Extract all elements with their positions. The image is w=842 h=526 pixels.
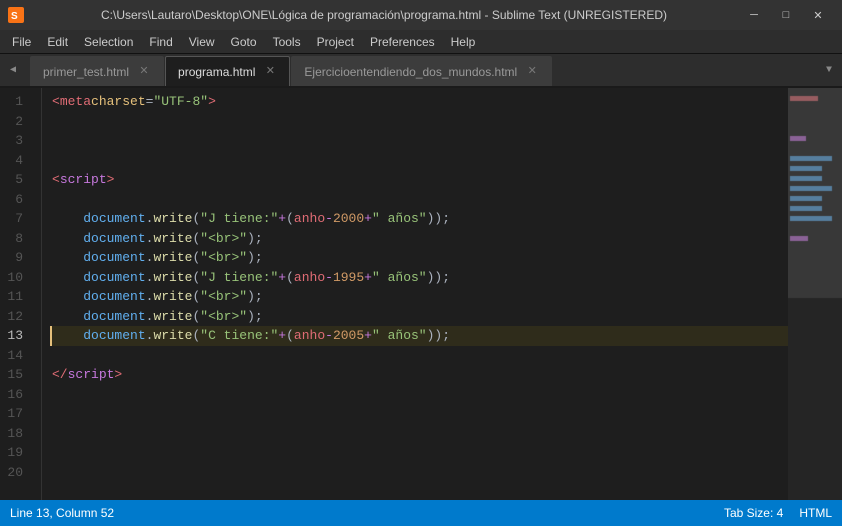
code-line-11: document.write("<br>"); bbox=[52, 287, 788, 307]
line-num-2: 2 bbox=[0, 112, 31, 132]
line-num-18: 18 bbox=[0, 424, 31, 444]
code-line-2 bbox=[52, 112, 788, 132]
minimap-canvas bbox=[788, 88, 842, 478]
window-controls: ─ □ ✕ bbox=[738, 0, 834, 30]
line-num-6: 6 bbox=[0, 190, 31, 210]
line-num-4: 4 bbox=[0, 151, 31, 171]
maximize-button[interactable]: □ bbox=[770, 0, 802, 30]
code-line-15: </script> bbox=[52, 365, 788, 385]
line-num-14: 14 bbox=[0, 346, 31, 366]
menu-find[interactable]: Find bbox=[141, 32, 180, 52]
line-num-11: 11 bbox=[0, 287, 31, 307]
cursor-position[interactable]: Line 13, Column 52 bbox=[10, 506, 114, 520]
tab-programa[interactable]: programa.html ✕ bbox=[165, 56, 290, 86]
line-num-20: 20 bbox=[0, 463, 31, 483]
status-left: Line 13, Column 52 bbox=[10, 506, 114, 520]
menu-bar: File Edit Selection Find View Goto Tools… bbox=[0, 30, 842, 54]
svg-text:S: S bbox=[11, 11, 18, 22]
code-line-13: document.write("C tiene:"+ (anho - 2005 … bbox=[50, 326, 788, 346]
code-line-5: <script> bbox=[52, 170, 788, 190]
code-line-20 bbox=[52, 463, 788, 483]
menu-view[interactable]: View bbox=[181, 32, 223, 52]
code-line-8: document.write("<br>"); bbox=[52, 229, 788, 249]
menu-preferences[interactable]: Preferences bbox=[362, 32, 443, 52]
minimap bbox=[788, 88, 842, 500]
code-line-7: document.write("J tiene:"+ (anho - 2000 … bbox=[52, 209, 788, 229]
status-bar: Line 13, Column 52 Tab Size: 4 HTML bbox=[0, 500, 842, 526]
menu-project[interactable]: Project bbox=[309, 32, 362, 52]
code-editor[interactable]: <meta charset="UTF-8"> <script> document… bbox=[42, 88, 788, 500]
menu-edit[interactable]: Edit bbox=[39, 32, 76, 52]
line-num-3: 3 bbox=[0, 131, 31, 151]
line-num-16: 16 bbox=[0, 385, 31, 405]
tab-label: primer_test.html bbox=[43, 65, 129, 79]
line-num-8: 8 bbox=[0, 229, 31, 249]
code-line-18 bbox=[52, 424, 788, 444]
code-line-12: document.write("<br>"); bbox=[52, 307, 788, 327]
tab-close-primer[interactable]: ✕ bbox=[137, 65, 151, 79]
code-line-4 bbox=[52, 151, 788, 171]
code-line-14 bbox=[52, 346, 788, 366]
line-num-1: 1 bbox=[0, 92, 31, 112]
line-numbers: 1 2 3 4 5 6 7 8 9 10 11 12 13 14 15 16 1… bbox=[0, 88, 42, 500]
line-num-15: 15 bbox=[0, 365, 31, 385]
line-num-10: 10 bbox=[0, 268, 31, 288]
line-num-19: 19 bbox=[0, 443, 31, 463]
tab-scroll-left[interactable]: ◀ bbox=[4, 59, 22, 81]
tab-size[interactable]: Tab Size: 4 bbox=[724, 506, 783, 520]
tab-scroll-right[interactable]: ▼ bbox=[820, 59, 838, 81]
tab-primer-test[interactable]: primer_test.html ✕ bbox=[30, 56, 164, 86]
tab-ejercicio[interactable]: Ejercicioentendiendo_dos_mundos.html ✕ bbox=[291, 56, 552, 86]
line-num-5: 5 bbox=[0, 170, 31, 190]
close-button[interactable]: ✕ bbox=[802, 0, 834, 30]
minimize-button[interactable]: ─ bbox=[738, 0, 770, 30]
menu-selection[interactable]: Selection bbox=[76, 32, 141, 52]
code-line-16 bbox=[52, 385, 788, 405]
menu-goto[interactable]: Goto bbox=[223, 32, 265, 52]
line-num-12: 12 bbox=[0, 307, 31, 327]
tab-label-active: programa.html bbox=[178, 65, 255, 79]
tab-close-ejercicio[interactable]: ✕ bbox=[525, 65, 539, 79]
code-line-9: document.write("<br>"); bbox=[52, 248, 788, 268]
code-line-17 bbox=[52, 404, 788, 424]
app-icon: S bbox=[8, 7, 24, 23]
code-line-19 bbox=[52, 443, 788, 463]
code-line-1: <meta charset="UTF-8"> bbox=[52, 92, 788, 112]
language-mode[interactable]: HTML bbox=[799, 506, 832, 520]
menu-file[interactable]: File bbox=[4, 32, 39, 52]
tab-close-programa[interactable]: ✕ bbox=[263, 65, 277, 79]
editor: 1 2 3 4 5 6 7 8 9 10 11 12 13 14 15 16 1… bbox=[0, 88, 842, 500]
code-line-3 bbox=[52, 131, 788, 151]
status-right: Tab Size: 4 HTML bbox=[724, 506, 832, 520]
line-num-13: 13 bbox=[0, 326, 31, 346]
window-title: C:\Users\Lautaro\Desktop\ONE\Lógica de p… bbox=[30, 8, 738, 22]
line-num-9: 9 bbox=[0, 248, 31, 268]
tab-bar: ◀ primer_test.html ✕ programa.html ✕ Eje… bbox=[0, 54, 842, 88]
code-line-6 bbox=[52, 190, 788, 210]
tab-label-ejercicio: Ejercicioentendiendo_dos_mundos.html bbox=[304, 65, 517, 79]
code-line-10: document.write("J tiene:"+ (anho - 1995 … bbox=[52, 268, 788, 288]
menu-tools[interactable]: Tools bbox=[265, 32, 309, 52]
menu-help[interactable]: Help bbox=[443, 32, 484, 52]
line-num-7: 7 bbox=[0, 209, 31, 229]
line-num-17: 17 bbox=[0, 404, 31, 424]
title-bar: S C:\Users\Lautaro\Desktop\ONE\Lógica de… bbox=[0, 0, 842, 30]
